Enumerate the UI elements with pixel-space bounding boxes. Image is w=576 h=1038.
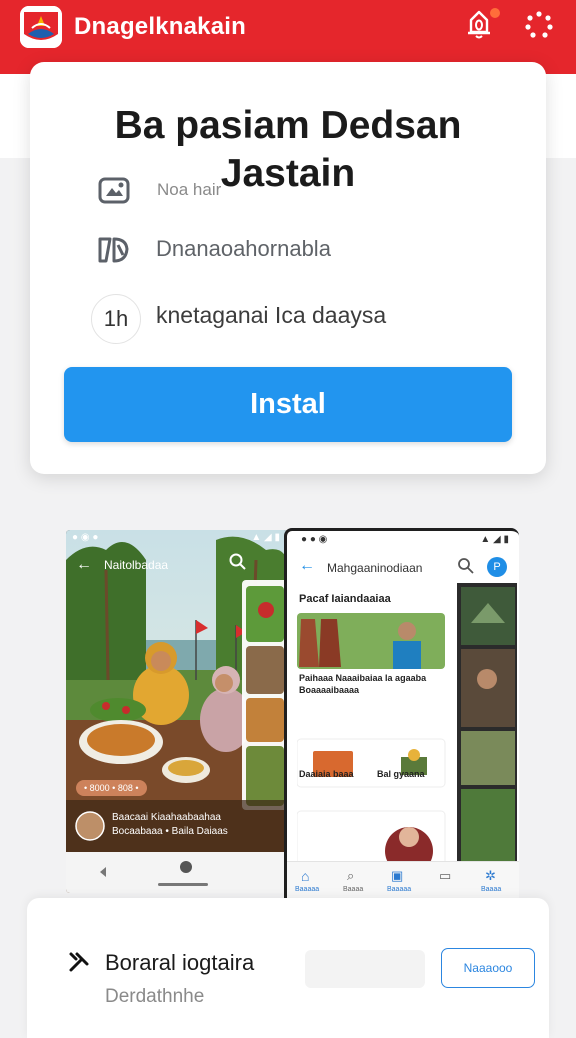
right-section-title: Pacaf Iaiandaaiaa [299,593,391,605]
nav-search-icon[interactable]: ⌕ [347,868,354,884]
bottom-info-card: Boraral iogtaira Derdathnhe Naaaooo [27,898,549,1038]
feature-label-3: knetaganai Ica daaysa [156,302,387,328]
install-button[interactable]: Instal [64,367,512,442]
right-item2-label-left: Daaiaia baaa [299,769,354,779]
gallery-icon [94,170,134,210]
nav-label-home: Baaaaa [295,886,320,893]
nav-home-icon[interactable]: ⌂ [301,868,309,884]
left-search-icon[interactable] [228,552,248,572]
nav-label-profile: Baaaa [481,886,502,893]
more-options-icon[interactable] [522,8,556,42]
left-tag: • 8000 • 808 • [76,780,147,796]
left-caption-line2: Bocaabaaa • Baila Daiaas [112,826,228,837]
left-header-title: Naitolbadaa [104,558,169,572]
right-item1-line2: Boaaaaibaaaa [299,685,360,695]
screenshot-left-scene [66,530,288,893]
app-title: Dnagelknakain [74,13,246,40]
install-promo-card: Ba pasiam Dedsan Jastain Noa hair Dnanao… [30,62,546,474]
left-status-bar: ● ◉ ● ▲ ◢ ▮ [72,532,280,543]
nav-explore-icon[interactable]: ▣ [391,868,403,884]
screenshot-left[interactable]: ● ◉ ● ▲ ◢ ▮ ← Naitolbadaa • 8000 • 808 •… [66,530,288,893]
tools-icon [67,950,91,974]
right-status-bar: ● ● ◉ ▲ ◢ ▮ [301,534,509,545]
hours-icon-text: 1h [103,306,129,331]
nav-label-explore: Baaaaa [387,886,412,893]
bottom-title: Boraral iogtaira [105,950,255,975]
screenshot-right[interactable]: ● ● ◉ ▲ ◢ ▮ ← Mahgaaninodiaan P Pacaf Ia… [284,528,519,916]
nav-gallery-icon[interactable]: ▭ [439,868,451,884]
feature-label-2: Dnanaoahornabla [156,236,331,261]
right-feed-images [297,613,446,875]
hours-icon: 1h [91,294,141,344]
right-header-title: Mahgaaninodiaan [327,561,423,575]
bottom-input-field[interactable] [305,950,425,988]
bottom-action-button[interactable]: Naaaooo [441,948,535,988]
left-caption-line1: Baacaai Kiaahaabaahaa [112,812,221,823]
left-back-icon[interactable]: ← [76,556,92,574]
right-item2-label-right: Bal gyaana [377,769,425,779]
nav-profile-icon[interactable]: ✲ [485,868,496,884]
nav-label-search: Baaaa [343,886,364,893]
app-logo-icon [20,6,62,48]
card-subtitle-fragment: Noa hair [157,180,222,199]
right-back-icon[interactable]: ← [299,557,315,575]
right-profile-icon[interactable]: P [487,557,507,577]
card-title-line1: Ba pasiam Dedsan [114,104,462,147]
right-side-gallery [457,583,517,873]
bottom-subtitle: Derdathnhe [105,986,205,1007]
quote-icon [94,230,134,270]
right-item1-line1: Paihaaa Naaaibaiaa la agaaba [299,673,427,683]
right-search-icon[interactable] [457,557,475,575]
notification-badge [489,7,501,19]
